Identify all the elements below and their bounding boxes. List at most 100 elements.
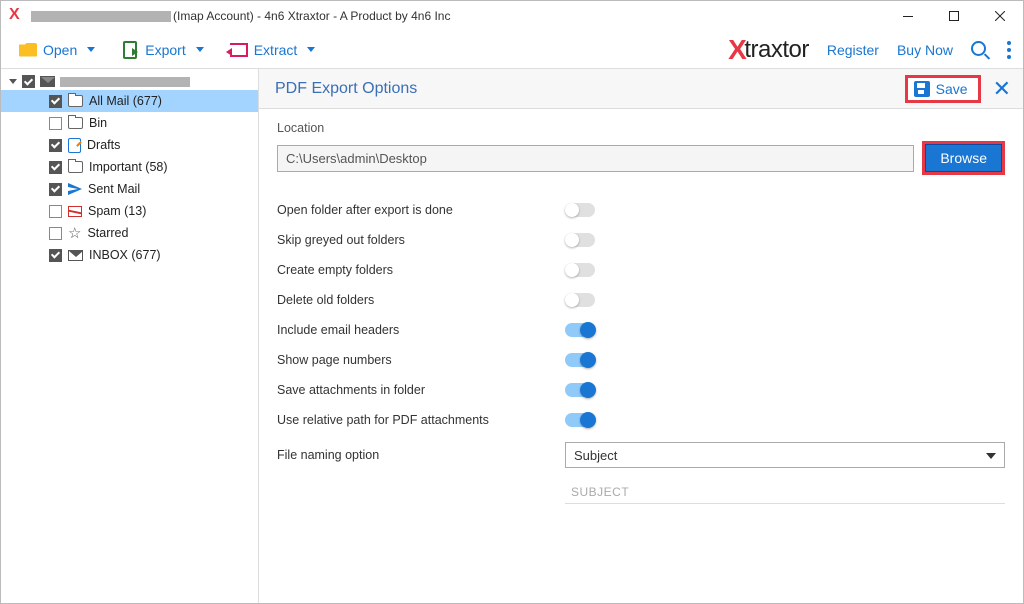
folder-icon	[68, 161, 83, 173]
panel-body: Location Browse Open folder after export…	[259, 109, 1023, 603]
tree-item-label: INBOX (677)	[89, 248, 161, 262]
option-row: Include email headers	[277, 315, 1005, 345]
option-label: Include email headers	[277, 323, 565, 337]
toolbar-right: Xtraxtor Register Buy Now	[728, 34, 1011, 66]
spam-icon	[68, 206, 82, 217]
save-icon	[914, 81, 930, 97]
location-input[interactable]	[277, 145, 914, 172]
extract-icon	[230, 41, 248, 59]
folder-icon	[68, 117, 83, 129]
option-label: Create empty folders	[277, 263, 565, 277]
option-row: Use relative path for PDF attachments	[277, 405, 1005, 435]
toggle-switch[interactable]	[565, 203, 595, 217]
checkbox[interactable]	[49, 249, 62, 262]
brand-logo: Xtraxtor	[728, 34, 809, 66]
tree-item-label: Spam (13)	[88, 204, 146, 218]
maximize-button[interactable]	[931, 1, 977, 31]
redacted-root-label	[60, 77, 190, 87]
register-link[interactable]: Register	[827, 42, 879, 58]
tree-item[interactable]: Spam (13)	[1, 200, 258, 222]
option-label: Open folder after export is done	[277, 203, 565, 217]
option-label: Skip greyed out folders	[277, 233, 565, 247]
extract-menu-button[interactable]: Extract	[224, 37, 322, 63]
tree-item-label: Important (58)	[89, 160, 168, 174]
checkbox[interactable]	[49, 227, 62, 240]
titlebar: (Imap Account) - 4n6 Xtraxtor - A Produc…	[1, 1, 1023, 31]
chevron-down-icon	[9, 79, 17, 84]
toggle-switch[interactable]	[565, 353, 595, 367]
toggle-switch[interactable]	[565, 383, 595, 397]
checkbox[interactable]	[49, 161, 62, 174]
export-menu-button[interactable]: Export	[115, 37, 209, 63]
tree-item[interactable]: All Mail (677)	[1, 90, 258, 112]
minimize-button[interactable]	[885, 1, 931, 31]
panel-header: PDF Export Options Save ✕	[259, 69, 1023, 109]
window-controls	[885, 1, 1023, 31]
option-label: Use relative path for PDF attachments	[277, 413, 565, 427]
panel-title: PDF Export Options	[275, 80, 417, 98]
sent-icon	[68, 183, 82, 195]
export-panel: PDF Export Options Save ✕ Location Brows…	[259, 69, 1023, 603]
option-row: Skip greyed out folders	[277, 225, 1005, 255]
main-toolbar: Open Export Extract Xtraxtor Register Bu…	[1, 31, 1023, 69]
tree-item[interactable]: Drafts	[1, 134, 258, 156]
draft-icon	[68, 138, 81, 153]
folder-open-icon	[19, 41, 37, 59]
checkbox[interactable]	[49, 183, 62, 196]
save-button[interactable]: Save	[905, 75, 981, 103]
app-body: All Mail (677) Bin Drafts Important (58) Sen…	[1, 69, 1023, 603]
browse-button[interactable]: Browse	[925, 144, 1002, 172]
search-icon[interactable]	[971, 41, 989, 59]
buy-now-link[interactable]: Buy Now	[897, 42, 953, 58]
checkbox[interactable]	[49, 205, 62, 218]
file-naming-select[interactable]: Subject	[565, 442, 1005, 468]
file-naming-label: File naming option	[277, 448, 565, 462]
option-row: Delete old folders	[277, 285, 1005, 315]
checkbox[interactable]	[49, 139, 62, 152]
window-title: (Imap Account) - 4n6 Xtraxtor - A Produc…	[31, 9, 450, 23]
location-label: Location	[277, 121, 1005, 135]
mail-icon	[40, 76, 55, 87]
redacted-account	[31, 11, 171, 22]
app-window: (Imap Account) - 4n6 Xtraxtor - A Produc…	[0, 0, 1024, 604]
option-label: Save attachments in folder	[277, 383, 565, 397]
option-row: Create empty folders	[277, 255, 1005, 285]
tree-root[interactable]	[1, 73, 258, 90]
tree-item-label: Bin	[89, 116, 107, 130]
open-menu-button[interactable]: Open	[13, 37, 101, 63]
close-window-button[interactable]	[977, 1, 1023, 31]
tree-item[interactable]: Sent Mail	[1, 178, 258, 200]
tree-item[interactable]: ☆ Starred	[1, 222, 258, 244]
checkbox[interactable]	[49, 117, 62, 130]
more-icon[interactable]	[1007, 41, 1011, 59]
folder-tree: All Mail (677) Bin Drafts Important (58) Sen…	[1, 69, 259, 603]
tree-item[interactable]: Important (58)	[1, 156, 258, 178]
toggle-switch[interactable]	[565, 293, 595, 307]
option-row: Open folder after export is done	[277, 195, 1005, 225]
toggle-switch[interactable]	[565, 263, 595, 277]
chevron-down-icon	[87, 47, 95, 52]
folder-icon	[68, 95, 83, 107]
toggle-switch[interactable]	[565, 233, 595, 247]
naming-preview: SUBJECT	[565, 481, 1005, 504]
checkbox[interactable]	[22, 75, 35, 88]
mail-icon	[68, 250, 83, 261]
tree-item-label: All Mail (677)	[89, 94, 162, 108]
tree-item-label: Sent Mail	[88, 182, 140, 196]
checkbox[interactable]	[49, 95, 62, 108]
chevron-down-icon	[196, 47, 204, 52]
toggle-switch[interactable]	[565, 323, 595, 337]
tree-item-label: Drafts	[87, 138, 120, 152]
toggle-switch[interactable]	[565, 413, 595, 427]
chevron-down-icon	[307, 47, 315, 52]
option-label: Show page numbers	[277, 353, 565, 367]
tree-item[interactable]: Bin	[1, 112, 258, 134]
option-label: Delete old folders	[277, 293, 565, 307]
file-export-icon	[121, 41, 139, 59]
close-panel-button[interactable]: ✕	[993, 76, 1011, 102]
option-row: Show page numbers	[277, 345, 1005, 375]
title-suffix: (Imap Account) - 4n6 Xtraxtor - A Produc…	[173, 9, 450, 23]
tree-item[interactable]: INBOX (677)	[1, 244, 258, 266]
tree-item-label: Starred	[87, 226, 128, 240]
star-icon: ☆	[68, 228, 81, 239]
